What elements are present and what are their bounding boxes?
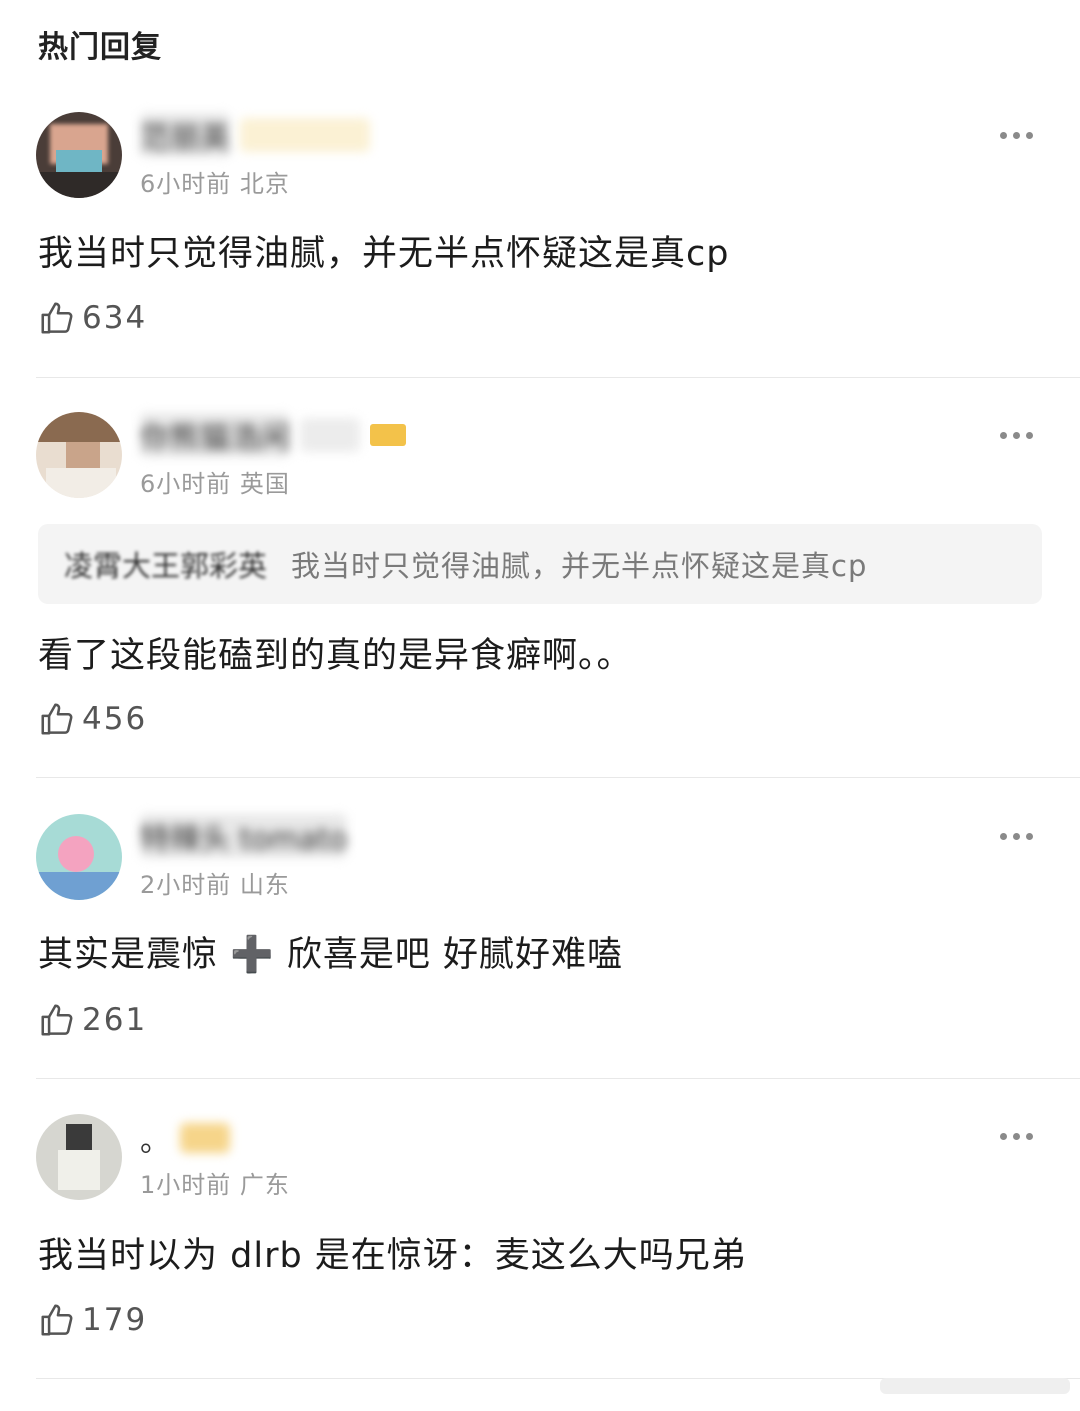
- thumbs-up-icon: [41, 703, 73, 735]
- like-count: 179: [82, 1302, 148, 1338]
- quote-text: 我当时只觉得油腻，并无半点怀疑这是真cp: [291, 549, 868, 583]
- divider: [36, 1078, 1080, 1079]
- quoted-reply[interactable]: 凌霄大王郭彩英 我当时只觉得油腻，并无半点怀疑这是真cp: [38, 524, 1042, 604]
- comment-meta: 6小时前 北京: [140, 164, 290, 199]
- comment-text-part: 欣喜是吧 好腻好难嗑: [286, 935, 624, 975]
- like-button[interactable]: 634: [38, 297, 147, 339]
- comment-text: 看了这段能磕到的真的是异食癖啊。。: [38, 636, 633, 676]
- thumbs-up-icon: [41, 1304, 73, 1336]
- comment-text: 我当时只觉得油腻，并无半点怀疑这是真cp: [38, 234, 730, 274]
- user-badge: [180, 1123, 230, 1153]
- like-button[interactable]: 261: [38, 999, 147, 1041]
- crown-icon: [370, 424, 406, 446]
- thumbs-up-icon: [41, 1004, 73, 1036]
- thumbs-up-icon: [41, 302, 73, 334]
- comment-location: 山东: [239, 871, 290, 899]
- username[interactable]: 你熊猫浩闲: [140, 413, 290, 457]
- username-row: 你熊猫浩闲: [140, 413, 406, 457]
- divider: [36, 377, 1080, 378]
- watermark-bar: [880, 1378, 1070, 1394]
- like-button[interactable]: 179: [38, 1299, 147, 1341]
- user-badge: [240, 118, 370, 152]
- like-count: 261: [82, 1002, 148, 1038]
- comment-time: 1小时前: [140, 1171, 232, 1199]
- comment-location: 广东: [239, 1171, 290, 1199]
- comment-text: 我当时以为 dlrb 是在惊讶：麦这么大吗兄弟: [38, 1236, 747, 1276]
- plus-emoji-icon: ➕: [230, 935, 275, 975]
- comment-text: 其实是震惊 ➕ 欣喜是吧 好腻好难嗑: [38, 926, 623, 977]
- comment-meta: 1小时前 广东: [140, 1165, 290, 1200]
- comment-meta: 2小时前 山东: [140, 865, 290, 900]
- like-count: 634: [82, 300, 148, 336]
- section-title: 热门回复: [38, 30, 162, 65]
- more-dots-icon[interactable]: [1000, 427, 1044, 443]
- like-count: 456: [82, 701, 148, 737]
- comment-time: 6小时前: [140, 170, 232, 198]
- comment-time: 6小时前: [140, 470, 232, 498]
- like-button[interactable]: 456: [38, 698, 147, 740]
- comment-text-part: 其实是震惊: [38, 935, 219, 975]
- username[interactable]: 范丽英: [140, 113, 230, 157]
- avatar[interactable]: [36, 1114, 122, 1200]
- user-badge: [300, 418, 360, 452]
- more-dots-icon[interactable]: [1000, 1128, 1044, 1144]
- username-row: 范丽英: [140, 113, 370, 157]
- more-dots-icon[interactable]: [1000, 828, 1044, 844]
- comment-meta: 6小时前 英国: [140, 464, 290, 499]
- comment-time: 2小时前: [140, 871, 232, 899]
- quote-author: 凌霄大王郭彩英: [64, 549, 268, 583]
- username[interactable]: 特辣头 tomato: [140, 814, 348, 858]
- username[interactable]: 。: [140, 1116, 170, 1160]
- divider: [36, 777, 1080, 778]
- comment-location: 英国: [239, 470, 290, 498]
- comment-location: 北京: [239, 170, 290, 198]
- more-dots-icon[interactable]: [1000, 127, 1044, 143]
- username-row: 。: [140, 1116, 230, 1160]
- avatar[interactable]: [36, 112, 122, 198]
- avatar[interactable]: [36, 814, 122, 900]
- avatar[interactable]: [36, 412, 122, 498]
- username-row: 特辣头 tomato: [140, 814, 348, 858]
